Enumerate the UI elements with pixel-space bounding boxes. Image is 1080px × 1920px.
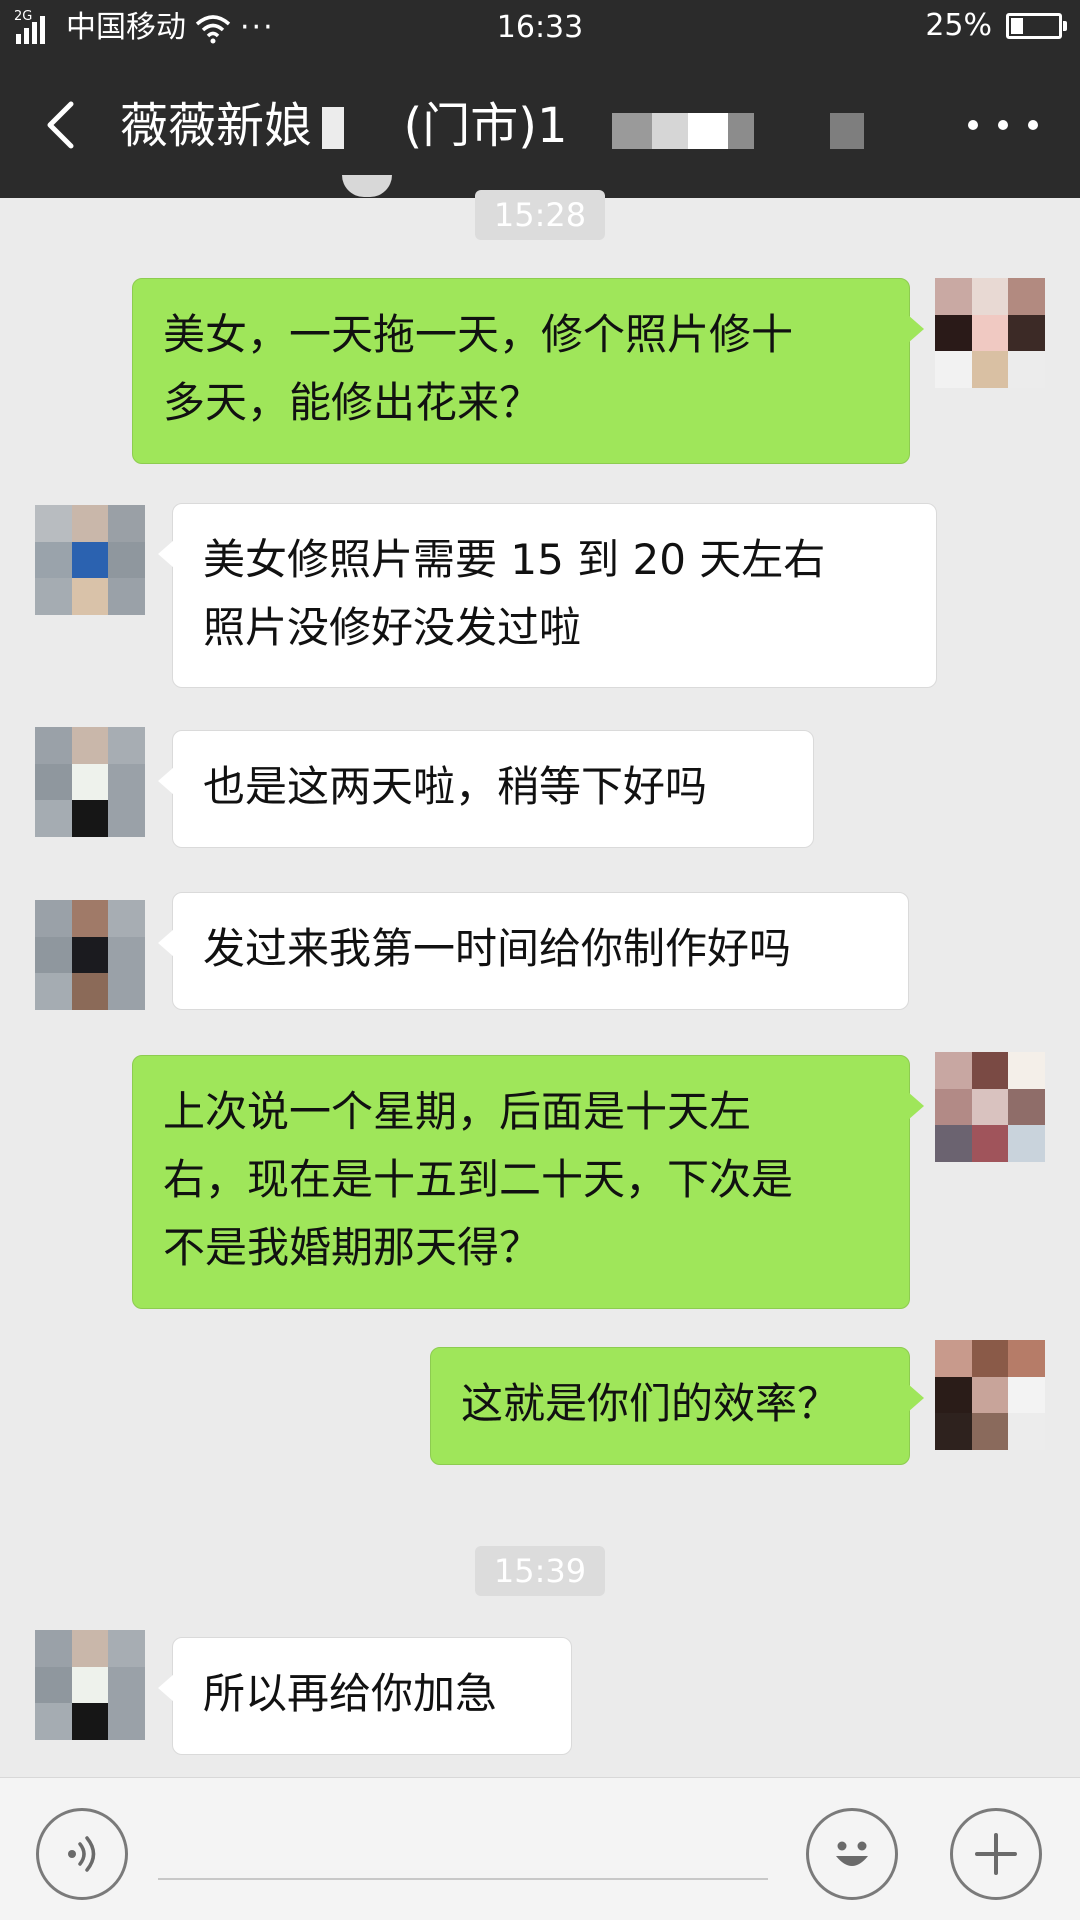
avatar-contact[interactable]: [35, 900, 145, 1010]
chat-title: 薇薇新娘 (门市)1: [120, 98, 568, 154]
plus-button[interactable]: [950, 1808, 1042, 1900]
message-bubble-received[interactable]: 所以再给你加急: [158, 1637, 572, 1755]
status-bar: 2G 中国移动 ··· 16:33 25%: [0, 0, 1080, 55]
avatar-contact[interactable]: [35, 727, 145, 837]
avatar-self[interactable]: [935, 1052, 1045, 1162]
message-bubble-received[interactable]: 发过来我第一时间给你制作好吗: [158, 892, 909, 1010]
back-button[interactable]: [30, 95, 90, 155]
message-bubble-sent[interactable]: 美女，一天拖一天，修个照片修十 多天，能修出花来？: [132, 278, 924, 464]
title-redaction: [322, 107, 344, 149]
status-right-group: 25%: [925, 8, 1067, 43]
more-options-button[interactable]: [968, 105, 1038, 145]
message-bubble-sent[interactable]: 上次说一个星期，后面是十天左 右，现在是十五到二十天，下次是 不是我婚期那天得？: [132, 1055, 924, 1309]
title-redaction: [688, 113, 728, 149]
avatar-self[interactable]: [935, 1340, 1045, 1450]
emoji-button[interactable]: [806, 1808, 898, 1900]
voice-icon: [68, 1836, 96, 1872]
title-redaction: [728, 113, 754, 149]
battery-percentage: 25%: [925, 8, 992, 43]
message-bubble-received[interactable]: 也是这两天啦，稍等下好吗: [158, 730, 814, 848]
battery-icon: [1006, 12, 1067, 39]
back-arrow-icon: [47, 101, 74, 149]
avatar-self[interactable]: [935, 278, 1045, 388]
emoji-icon: [836, 1841, 868, 1866]
more-dots-icon: [968, 120, 978, 130]
plus-icon: [975, 1833, 1017, 1875]
voice-input-button[interactable]: [36, 1808, 128, 1900]
timestamp: 15:28: [475, 190, 605, 240]
title-redaction: [652, 113, 688, 149]
battery-fill: [1011, 17, 1023, 34]
input-bar: [0, 1777, 1080, 1920]
avatar-contact[interactable]: [35, 505, 145, 615]
title-redaction: [612, 113, 652, 149]
title-redaction: [830, 113, 864, 149]
message-bubble-received[interactable]: 美女修照片需要 15 到 20 天左右 照片没修好没发过啦: [158, 503, 937, 688]
status-time: 16:33: [496, 10, 584, 45]
avatar-contact[interactable]: [35, 1630, 145, 1740]
chat-header: 薇薇新娘 (门市)1: [0, 55, 1080, 198]
message-input[interactable]: [158, 1878, 768, 1880]
timestamp: 15:39: [475, 1546, 605, 1596]
message-bubble-sent[interactable]: 这就是你们的效率？: [430, 1347, 924, 1465]
